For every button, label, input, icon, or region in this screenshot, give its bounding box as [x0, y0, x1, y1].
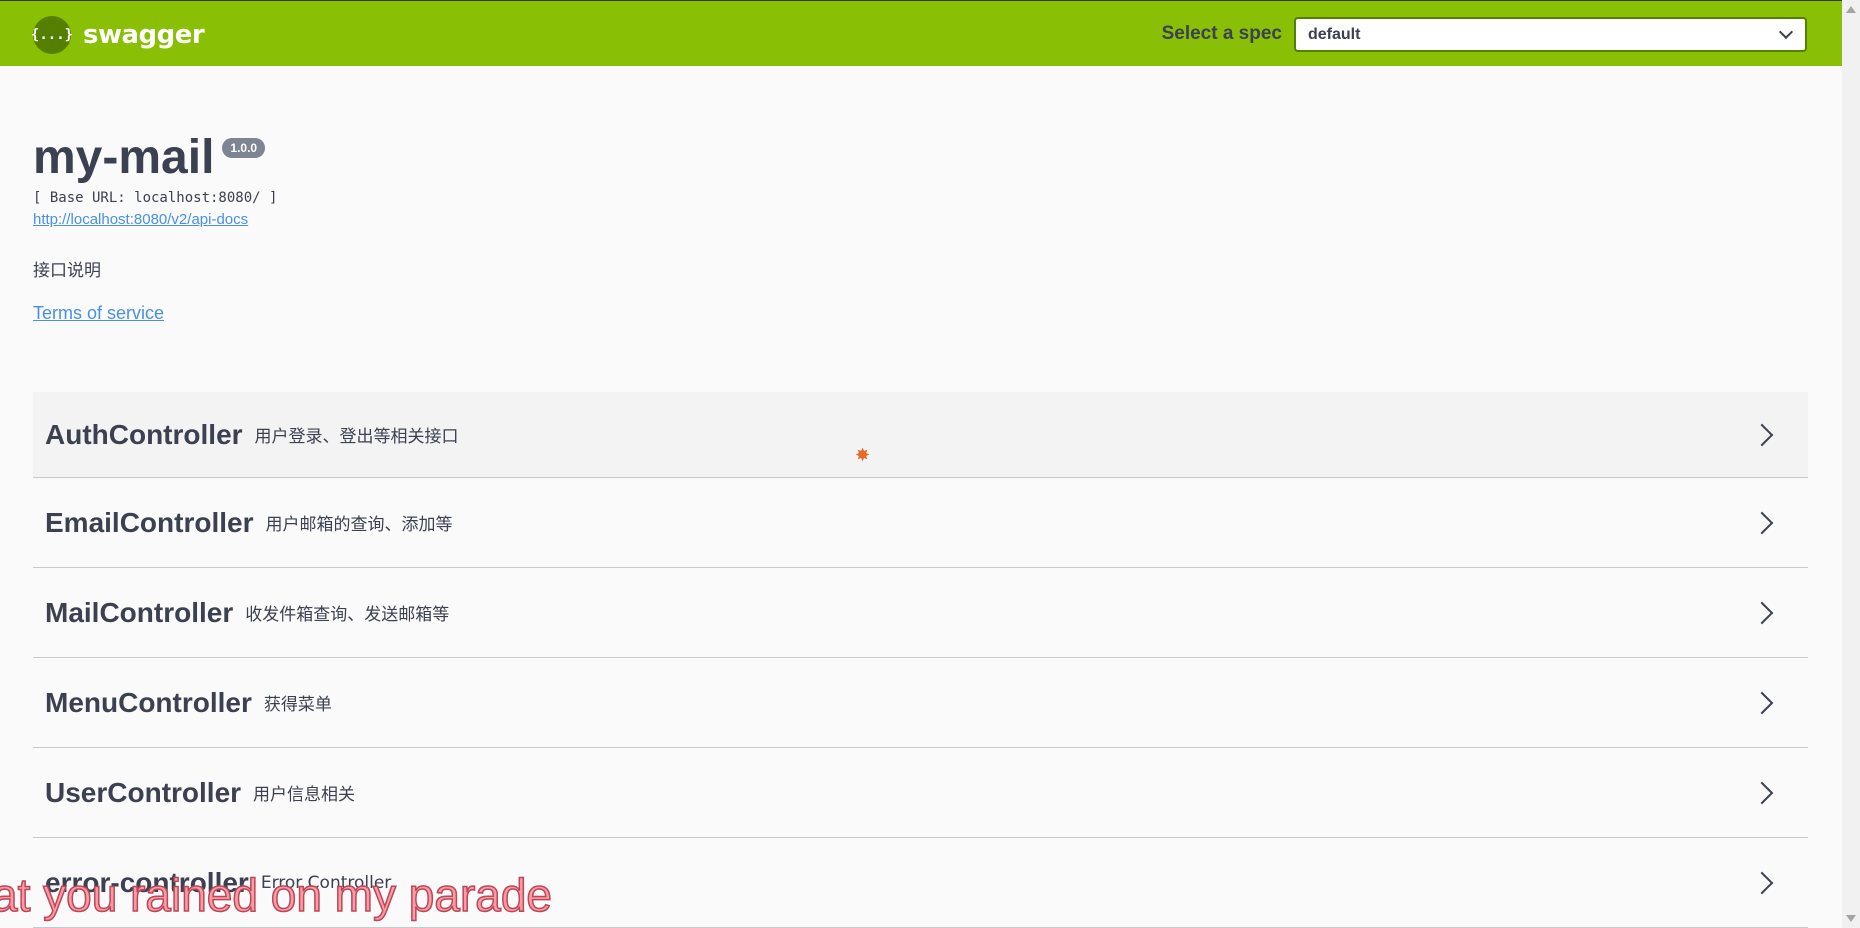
base-url: [ Base URL: localhost:8080/ ]	[33, 190, 278, 206]
chevron-right-icon[interactable]	[1750, 871, 1774, 894]
overlay-caption: at you rained on my parade	[0, 868, 553, 922]
cursor-sprite-icon: ✸	[855, 445, 871, 466]
swagger-logo-icon: {...}	[31, 16, 73, 54]
swagger-ui-page: {...} swagger Select a spec default my-m…	[0, 0, 1860, 928]
brand-name: swagger	[83, 20, 205, 50]
controller-name: AuthController	[45, 418, 243, 450]
api-info: my-mail 1.0.0 [ Base URL: localhost:8080…	[33, 130, 277, 324]
controller-description: 获得菜单	[263, 695, 332, 715]
topbar: {...} swagger Select a spec default	[0, 0, 1842, 66]
controller-auth[interactable]: AuthController 用户登录、登出等相关接口	[33, 392, 1808, 478]
chevron-right-icon[interactable]	[1750, 691, 1774, 714]
controller-menu[interactable]: MenuController 获得菜单	[33, 658, 1808, 748]
controller-name: MailController	[45, 596, 234, 628]
controller-description: 收发件箱查询、发送邮箱等	[245, 605, 450, 625]
scroll-up-icon[interactable]	[1846, 6, 1856, 13]
chevron-right-icon[interactable]	[1750, 781, 1774, 804]
controller-user[interactable]: UserController 用户信息相关	[33, 748, 1808, 838]
brand-link[interactable]: {...} swagger	[31, 16, 205, 54]
chevron-right-icon[interactable]	[1750, 423, 1774, 446]
terms-of-service-link[interactable]: Terms of service	[33, 303, 277, 324]
api-title: my-mail	[33, 131, 215, 184]
title-row: my-mail 1.0.0	[33, 130, 277, 186]
chevron-right-icon[interactable]	[1750, 601, 1774, 624]
spec-select-value: default	[1308, 25, 1361, 43]
version-badge: 1.0.0	[222, 138, 266, 158]
controller-description: 用户邮箱的查询、添加等	[265, 515, 453, 535]
controller-name: MenuController	[45, 686, 252, 718]
chevron-right-icon[interactable]	[1750, 511, 1774, 534]
scroll-down-icon[interactable]	[1846, 915, 1856, 922]
controller-list: AuthController 用户登录、登出等相关接口 EmailControl…	[33, 392, 1808, 928]
api-docs-link[interactable]: http://localhost:8080/v2/api-docs	[33, 211, 277, 228]
controller-name: EmailController	[45, 506, 254, 538]
controller-mail[interactable]: MailController 收发件箱查询、发送邮箱等	[33, 568, 1808, 658]
chevron-down-icon	[1778, 24, 1794, 40]
api-description: 接口说明	[33, 261, 101, 281]
select-spec-label: Select a spec	[1161, 23, 1282, 44]
controller-description: 用户信息相关	[253, 785, 356, 805]
controller-description: 用户登录、登出等相关接口	[254, 427, 459, 447]
spec-select[interactable]: default	[1294, 17, 1807, 52]
vertical-scrollbar[interactable]	[1842, 0, 1860, 928]
controller-email[interactable]: EmailController 用户邮箱的查询、添加等	[33, 478, 1808, 568]
controller-name: UserController	[45, 776, 242, 808]
